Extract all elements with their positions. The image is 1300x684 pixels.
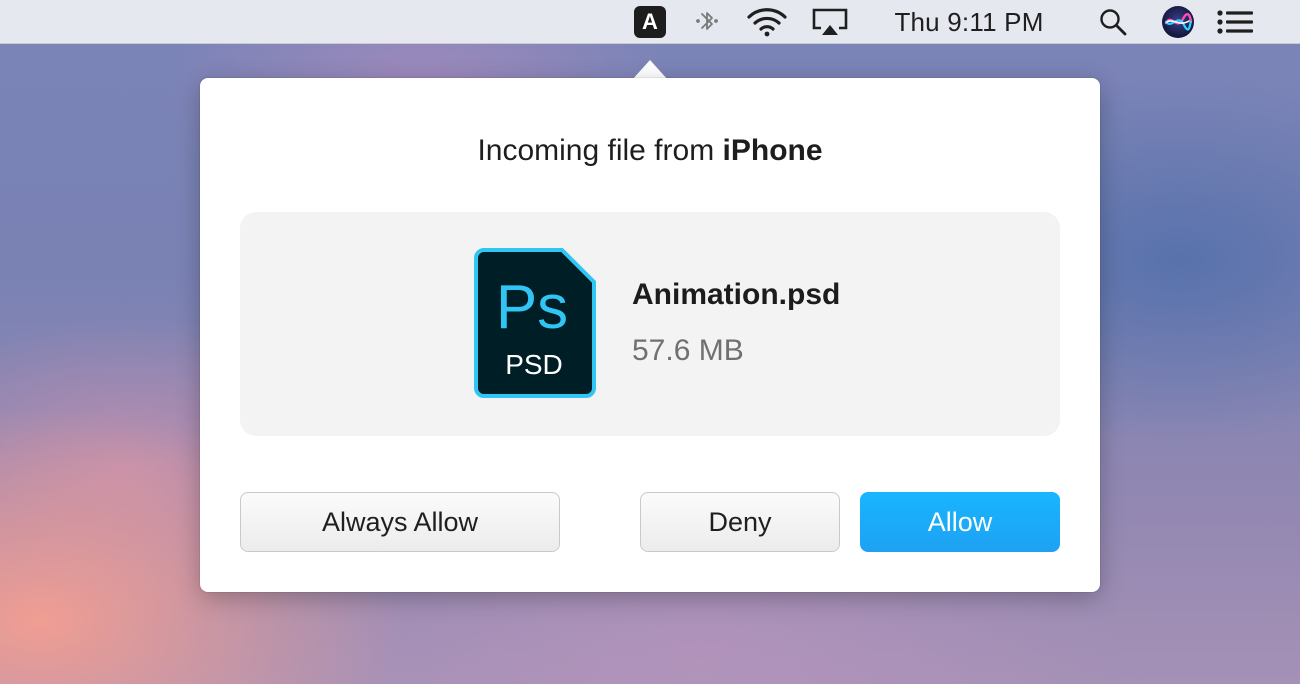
app-icon: A [634, 6, 666, 38]
search-icon [1100, 9, 1127, 36]
file-card: Ps PSD Animation.psd 57.6 MB [240, 212, 1060, 436]
title-prefix: Incoming file from [477, 134, 715, 167]
siri-icon [1162, 6, 1194, 38]
device-name: iPhone [722, 134, 823, 167]
deny-button[interactable]: Deny [640, 492, 840, 552]
ps-icon-letters: Ps [496, 273, 568, 342]
app-icon-letter: A [642, 9, 658, 34]
airplay-icon [812, 8, 848, 35]
photoshop-file-icon: Ps PSD [474, 248, 596, 398]
popover-arrow [632, 60, 668, 80]
menu-bar: A Thu 9:11 PM [0, 0, 1300, 44]
spotlight-button[interactable] [1094, 0, 1132, 44]
bluetooth-icon [696, 12, 718, 30]
ps-icon-type: PSD [505, 349, 563, 380]
airplay-menu[interactable] [808, 0, 852, 44]
siri-button[interactable] [1158, 0, 1198, 44]
always-allow-button[interactable]: Always Allow [240, 492, 560, 552]
wifi-menu[interactable] [744, 0, 790, 44]
bluetooth-menu[interactable] [690, 0, 724, 44]
wifi-icon [747, 8, 787, 37]
notification-center-button[interactable] [1212, 0, 1258, 44]
menu-clock[interactable]: Thu 9:11 PM [880, 0, 1058, 44]
file-name: Animation.psd [632, 278, 841, 311]
allow-button[interactable]: Allow [860, 492, 1060, 552]
file-size: 57.6 MB [632, 334, 744, 367]
incoming-file-popover: Incoming file from iPhone Ps PSD Animati… [200, 78, 1100, 592]
popover-title: Incoming file from iPhone [200, 134, 1100, 168]
notification-center-icon [1217, 10, 1253, 34]
app-menu-extra[interactable]: A [632, 0, 668, 44]
